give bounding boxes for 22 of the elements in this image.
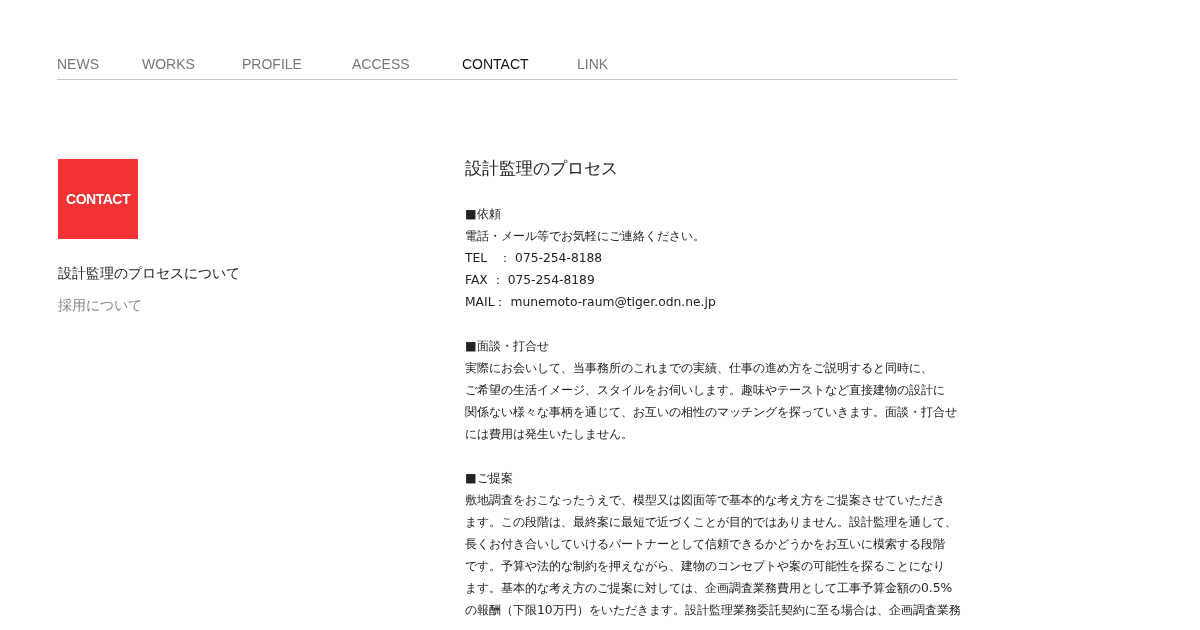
contact-value: munemoto-raum@tiger.odn.ne.jp (510, 295, 716, 309)
nav-link[interactable]: LINK (577, 55, 609, 73)
section-heading: ■ご提案 (465, 470, 514, 487)
nav-link[interactable]: NEWS (57, 55, 142, 73)
contact-badge: CONTACT (58, 159, 138, 239)
nav-link[interactable]: CONTACT (462, 55, 577, 73)
paragraph: 敷地調査をおこなったうえで、模型又は図面等で基本的な考え方をご提案させていただき ます。この段階は、最終案に最短で近づくことが目的ではありません。設計監理を通して、 長くお付き合いしていけるパートナーとして信頼できるかどうかをお互いに模索する段階 です。予算や法的な制約を押えながら、建物のコンセプトや案の可能性を探ることになり ます。基本的な考え方のご提案に対しては、企画調査業務費用として工事予算金額の0.5% の報酬（下限10万円）をいただきます。設計監理業務委託契約に至る場合は、企画調査業務 (465, 492, 962, 619)
contact-label: FAX ： (465, 273, 504, 287)
paragraph: 電話・メール等でお気軽にご連絡ください。 (465, 228, 706, 245)
section-heading: ■面談・打合せ (465, 338, 550, 355)
sidebar-link[interactable]: 設計監理のプロセスについて (58, 265, 240, 283)
contact-label: MAIL： (465, 295, 507, 309)
page-title: 設計監理のプロセス (465, 159, 619, 179)
contact-value: 075-254-8189 (507, 273, 595, 287)
section-heading: ■依頼 (465, 206, 502, 223)
paragraph: 実際にお会いして、当事務所のこれまでの実績、仕事の進め方をご説明すると同時に、 ご希望の生活イメージ、スタイルをお伺いします。趣味やテーストなど直接建物の設計に 関係ない様々な事柄を通じて、お互いの相性のマッチングを探っていきます。面談・打合せ には費用は発生いたしません。 (465, 360, 958, 443)
contact-value: 075-254-8188 (515, 251, 603, 265)
sidebar-link[interactable]: 採用について (58, 297, 142, 315)
nav-link[interactable]: WORKS (142, 55, 242, 73)
nav-link[interactable]: ACCESS (352, 55, 462, 73)
nav-link[interactable]: PROFILE (242, 55, 352, 73)
contact-label: TEL ： (465, 251, 512, 265)
